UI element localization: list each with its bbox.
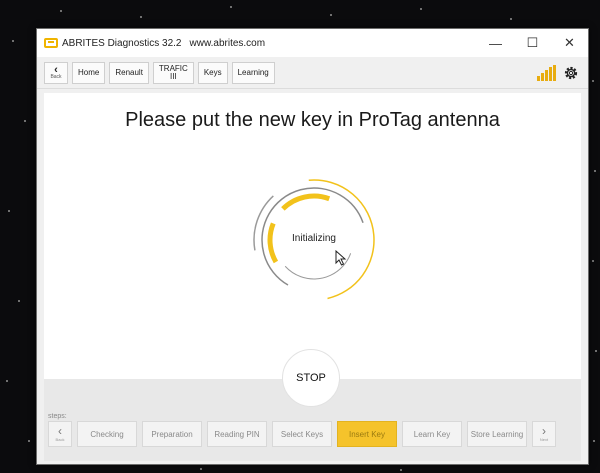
- breadcrumb-keys[interactable]: Keys: [197, 61, 228, 84]
- steps-next-label: Next: [539, 437, 549, 442]
- step-insert-key[interactable]: Insert Key: [337, 421, 397, 447]
- breadcrumb-renault[interactable]: Renault: [109, 61, 149, 84]
- step-preparation[interactable]: Preparation: [142, 421, 202, 447]
- steps-panel: STOP steps: ‹ Back Checking Preparation …: [44, 349, 581, 461]
- breadcrumb-home[interactable]: Home: [72, 61, 106, 84]
- steps-prev-label: Back: [55, 437, 65, 442]
- instruction-text: Please put the new key in ProTag antenna: [125, 109, 500, 131]
- step-checking[interactable]: Checking: [77, 421, 137, 447]
- breadcrumb-learning[interactable]: Learning: [231, 61, 275, 84]
- window-title: ABRITES Diagnostics 32.2: [62, 37, 182, 49]
- chevron-right-icon: ›: [542, 424, 546, 438]
- steps-label: steps:: [48, 413, 67, 420]
- gear-icon[interactable]: [562, 64, 580, 82]
- abrites-logo-icon: [44, 38, 58, 48]
- title-bar[interactable]: ABRITES Diagnostics 32.2 www.abrites.com…: [37, 29, 588, 57]
- signal-bars-icon: [537, 64, 556, 81]
- steps-prev-button[interactable]: ‹ Back: [48, 421, 72, 447]
- steps-next-button[interactable]: › Next: [532, 421, 556, 447]
- step-learn-key[interactable]: Learn Key: [402, 421, 462, 447]
- step-reading-pin[interactable]: Reading PIN: [207, 421, 267, 447]
- toolbar: ‹ Back Home Renault TRAFIC III Keys Lear…: [37, 57, 588, 89]
- stop-button[interactable]: STOP: [282, 349, 340, 407]
- back-label: Back: [50, 74, 62, 80]
- status-text: Initializing: [292, 233, 336, 244]
- step-select-keys[interactable]: Select Keys: [272, 421, 332, 447]
- steps-bar: ‹ Back Checking Preparation Reading PIN …: [48, 421, 556, 447]
- chevron-left-icon: ‹: [58, 424, 62, 438]
- app-window: ABRITES Diagnostics 32.2 www.abrites.com…: [36, 28, 589, 465]
- step-store-learning[interactable]: Store Learning: [467, 421, 527, 447]
- back-button[interactable]: ‹ Back: [44, 61, 68, 84]
- window-url: www.abrites.com: [189, 37, 266, 49]
- minimize-button[interactable]: —: [477, 29, 514, 57]
- maximize-button[interactable]: ☐: [514, 29, 551, 57]
- close-button[interactable]: ✕: [551, 29, 588, 57]
- breadcrumb-trafic[interactable]: TRAFIC III: [152, 61, 194, 84]
- mouse-cursor-icon: [335, 250, 347, 266]
